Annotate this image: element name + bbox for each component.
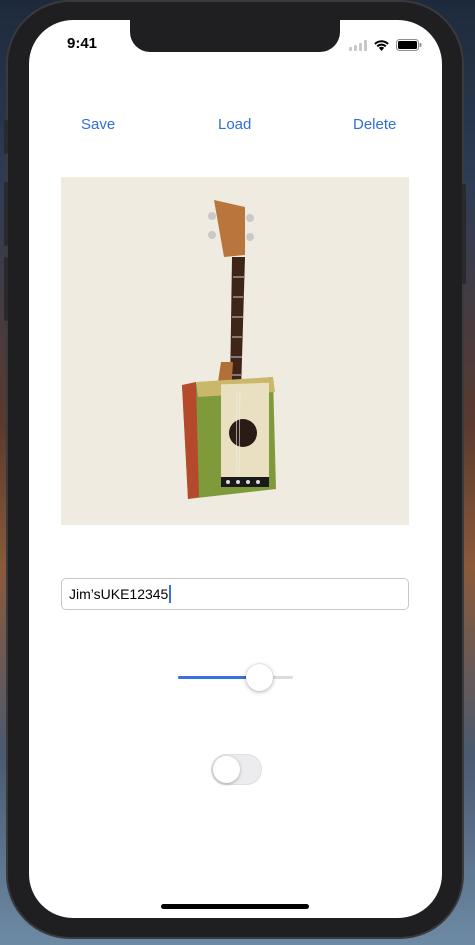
notch	[130, 20, 340, 52]
wifi-icon	[373, 38, 390, 56]
status-icons	[349, 38, 422, 56]
text-cursor	[169, 585, 172, 603]
status-time: 9:41	[67, 35, 98, 52]
cellular-signal-icon	[349, 38, 367, 56]
load-button[interactable]: Load	[218, 116, 251, 133]
rating-slider[interactable]	[178, 662, 293, 692]
phone-screen: 9:41 Save Load Delete Jim’sUKE12345	[29, 20, 442, 918]
save-button[interactable]: Save	[81, 116, 115, 133]
slider-thumb[interactable]	[246, 664, 273, 691]
mute-switch	[4, 120, 8, 154]
volume-up-button	[4, 182, 8, 246]
delete-button[interactable]: Delete	[353, 116, 396, 133]
home-indicator	[161, 904, 309, 909]
battery-icon	[396, 38, 422, 56]
power-button	[462, 184, 466, 284]
volume-down-button	[4, 257, 8, 321]
name-field-value: Jim’sUKE12345	[69, 586, 169, 602]
toggle-switch[interactable]	[211, 754, 262, 785]
toggle-knob	[213, 756, 240, 783]
name-text-field[interactable]: Jim’sUKE12345	[61, 578, 409, 610]
ukulele-photo	[61, 177, 409, 525]
